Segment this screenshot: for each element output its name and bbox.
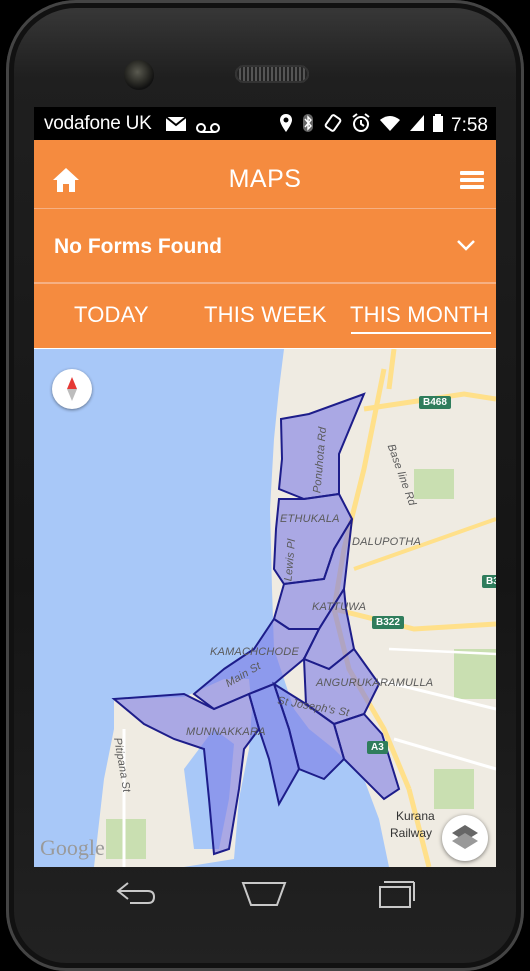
home-outline-icon[interactable] bbox=[239, 879, 289, 914]
road-shield: B3 bbox=[482, 575, 496, 588]
map-attribution: Google bbox=[40, 835, 105, 860]
chevron-down-icon bbox=[456, 235, 476, 255]
bluetooth-icon bbox=[301, 113, 315, 139]
front-camera bbox=[124, 60, 154, 90]
map-canvas bbox=[94, 349, 496, 867]
location-icon bbox=[279, 113, 293, 139]
area-label: KATTUWA bbox=[312, 601, 367, 613]
place-label: Kurana bbox=[396, 809, 435, 823]
place-label: Railway bbox=[390, 826, 433, 840]
layers-icon[interactable] bbox=[442, 815, 488, 861]
tab-active-indicator bbox=[351, 332, 491, 334]
area-label: ETHUKALA bbox=[280, 513, 340, 525]
forms-dropdown[interactable]: No Forms Found bbox=[34, 209, 496, 282]
status-bar: vodafone UK 7:58 bbox=[34, 107, 496, 140]
rotate-icon bbox=[323, 113, 343, 139]
tab-this-month[interactable]: THIS MONTH bbox=[350, 302, 489, 328]
area-label: ANGURUKARAMULLA bbox=[316, 677, 434, 689]
wifi-icon bbox=[379, 114, 401, 138]
forms-selected-value: No Forms Found bbox=[54, 235, 222, 258]
screen: vodafone UK 7:58 MAPS No Forms Found TOD… bbox=[34, 107, 496, 867]
tab-this-week[interactable]: THIS WEEK bbox=[204, 302, 327, 328]
mail-icon bbox=[165, 116, 187, 138]
area-label: DALUPOTHA bbox=[352, 536, 422, 548]
area-label: MUNNAKKARA bbox=[186, 726, 266, 738]
road-shield: B468 bbox=[419, 396, 451, 409]
carrier-name: vodafone UK bbox=[44, 113, 152, 134]
road-shield: B322 bbox=[372, 616, 404, 629]
status-icons: 7:58 bbox=[279, 113, 488, 139]
alarm-icon bbox=[351, 113, 371, 139]
recents-icon[interactable] bbox=[374, 879, 418, 914]
clock: 7:58 bbox=[451, 115, 488, 136]
map-view[interactable]: Ponuhota Rd Base line Rd Lewis Pl Main S… bbox=[34, 349, 496, 867]
app-bar: MAPS bbox=[34, 140, 496, 216]
tab-today[interactable]: TODAY bbox=[74, 302, 149, 328]
signal-icon bbox=[409, 114, 425, 138]
back-icon[interactable] bbox=[114, 879, 158, 914]
page-title: MAPS bbox=[228, 165, 302, 193]
earpiece-speaker bbox=[235, 65, 309, 83]
area-label: KAMACHCHODE bbox=[210, 646, 299, 658]
road-shield: A3 bbox=[367, 741, 388, 754]
battery-icon bbox=[433, 114, 444, 138]
period-tabs: TODAY THIS WEEK THIS MONTH bbox=[34, 284, 496, 348]
system-nav-bar bbox=[34, 867, 496, 921]
voicemail-icon bbox=[196, 118, 220, 140]
menu-icon[interactable] bbox=[460, 171, 484, 189]
compass-icon[interactable] bbox=[52, 369, 92, 409]
